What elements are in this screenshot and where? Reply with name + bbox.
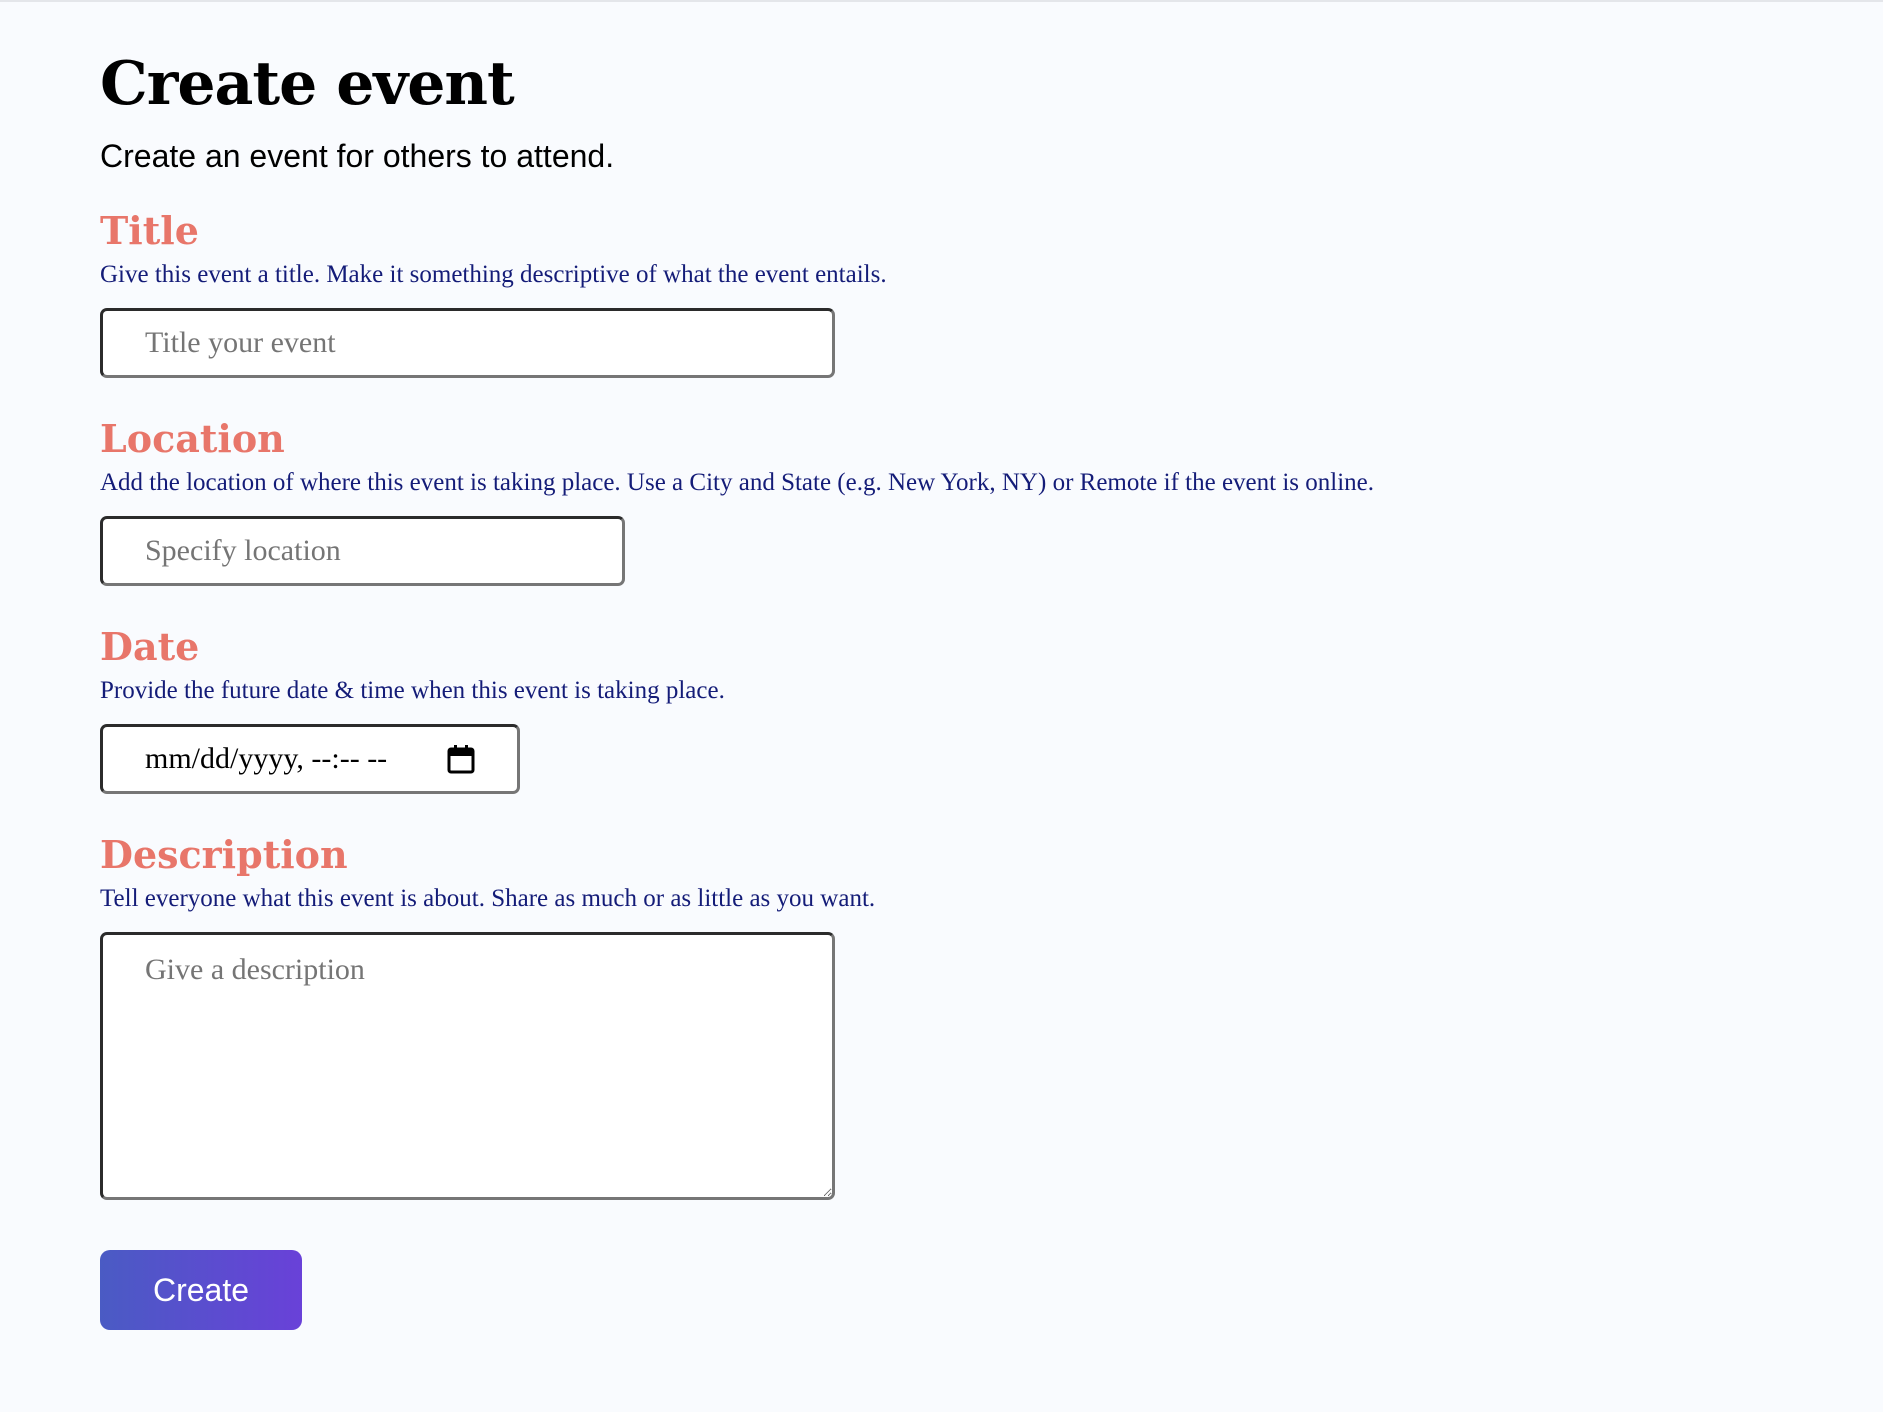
description-textarea[interactable]	[100, 932, 835, 1200]
date-time-value: mm/dd/yyyy, --:-- --	[145, 742, 388, 775]
description-help-text: Tell everyone what this event is about. …	[100, 885, 876, 912]
title-help-text: Give this event a title. Make it somethi…	[100, 261, 887, 288]
title-label: Title	[100, 208, 199, 253]
create-button[interactable]: Create	[100, 1250, 302, 1330]
page-title: Create event	[100, 49, 515, 119]
title-input[interactable]	[100, 308, 835, 378]
date-time-input[interactable]: mm/dd/yyyy, --:-- --	[100, 724, 520, 794]
description-field-group: Description Tell everyone what this even…	[100, 832, 875, 1200]
location-label: Location	[100, 416, 285, 461]
title-field-group: Title Give this event a title. Make it s…	[100, 208, 887, 378]
description-label: Description	[100, 832, 348, 877]
top-divider	[0, 0, 1883, 2]
date-field-group: Date Provide the future date & time when…	[100, 624, 725, 794]
date-help-text: Provide the future date & time when this…	[100, 677, 725, 704]
page-subtitle: Create an event for others to attend.	[100, 138, 615, 174]
location-field-group: Location Add the location of where this …	[100, 416, 1374, 586]
create-event-page: Create event Create an event for others …	[100, 48, 1800, 1330]
location-help-text: Add the location of where this event is …	[100, 469, 1375, 496]
calendar-icon[interactable]	[447, 744, 475, 774]
date-label: Date	[100, 624, 200, 669]
location-input[interactable]	[100, 516, 625, 586]
